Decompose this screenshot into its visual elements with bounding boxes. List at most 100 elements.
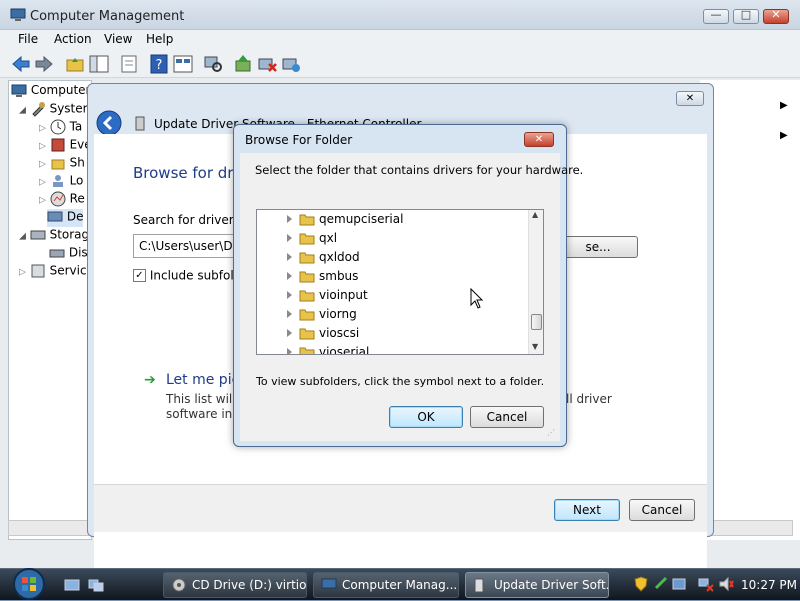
start-orb-icon[interactable] (10, 567, 48, 601)
taskbar-item-update-driver[interactable]: Update Driver Soft... (465, 572, 609, 598)
driver-path-value: C:\Users\user\Doc (139, 239, 247, 253)
expand-arrow-icon[interactable] (287, 310, 292, 318)
tree-item-storage[interactable]: ◢ Storag (19, 227, 89, 245)
next-button[interactable]: Next (554, 499, 620, 521)
expand-arrow-icon[interactable] (287, 215, 292, 223)
security-shield-icon[interactable] (634, 576, 648, 592)
volume-icon[interactable] (718, 576, 734, 592)
tree-item-reliability[interactable]: ▷ Re (39, 191, 85, 209)
folder-row-smbus[interactable]: smbus (257, 267, 527, 286)
expand-arrow-icon[interactable]: ◢ (19, 106, 26, 116)
uninstall-device-icon[interactable] (256, 53, 278, 75)
tree-item-computer[interactable]: Computer (11, 83, 90, 101)
enable-device-icon[interactable] (280, 53, 302, 75)
minimize-button[interactable]: — (703, 8, 729, 24)
pick-description-line1-end: ll driver (566, 392, 612, 406)
task-label: Update Driver Soft... (494, 578, 609, 592)
tree-item-task-scheduler[interactable]: ▷ Ta (39, 119, 82, 137)
tree-item-device-manager[interactable]: De (47, 209, 84, 227)
show-desktop-icon[interactable] (64, 578, 80, 592)
back-arrow-icon[interactable] (10, 53, 32, 75)
browse-button[interactable]: se... (558, 236, 638, 258)
folder-row-vioserial[interactable]: vioserial (257, 343, 527, 354)
folder-label: vioscsi (319, 326, 360, 340)
tree-item-local-users[interactable]: ▷ Lo (39, 173, 83, 191)
up-folder-icon[interactable] (64, 53, 86, 75)
tree-item-event-viewer[interactable]: ▷ Eve (39, 137, 92, 155)
checkbox-checked-icon[interactable]: ✓ (133, 269, 146, 282)
forward-arrow-icon[interactable] (33, 53, 55, 75)
folder-row-viorng[interactable]: viorng (257, 305, 527, 324)
help-icon[interactable]: ? (148, 53, 170, 75)
view-icon[interactable] (172, 53, 194, 75)
taskbar-item-cd-drive[interactable]: CD Drive (D:) virtio... (163, 572, 307, 598)
expand-arrow-icon[interactable] (287, 253, 292, 261)
cd-drive-icon (172, 578, 186, 592)
tree-item-services[interactable]: ▷ Service (19, 263, 94, 281)
green-arrow-icon: ➔ (144, 372, 156, 388)
cancel-button[interactable]: Cancel (629, 499, 695, 521)
svg-text:?: ? (156, 58, 163, 73)
taskbar-item-computer-management[interactable]: Computer Manag... (313, 572, 459, 598)
expand-arrow-icon[interactable] (287, 234, 292, 242)
page-heading: Browse for driv (133, 164, 247, 182)
title-bar: Computer Management — □ ✕ (0, 0, 800, 30)
pick-from-list-link[interactable]: Let me pic (166, 372, 239, 388)
folder-tree[interactable]: qemupciserial qxl qxldod smbus vioinput (256, 209, 544, 355)
expand-arrow-icon[interactable] (287, 291, 292, 299)
dialog-close-button[interactable]: ✕ (676, 91, 704, 106)
next-button-label: Next (573, 503, 601, 517)
folder-row-qxldod[interactable]: qxldod (257, 248, 527, 267)
clock[interactable]: 10:27 PM (741, 578, 797, 592)
services-icon (31, 264, 45, 278)
folder-row-qemupciserial[interactable]: qemupciserial (257, 210, 527, 229)
network-icon[interactable] (698, 576, 714, 592)
expand-arrow-icon[interactable] (287, 329, 292, 337)
browse-close-button[interactable]: ✕ (524, 132, 554, 147)
scrollbar-thumb[interactable] (531, 314, 542, 330)
tree-label: Storag (49, 227, 90, 242)
expand-arrow-icon[interactable] (287, 348, 292, 354)
tree-item-disk-management[interactable]: Dis (49, 245, 88, 263)
network-adapter-icon (135, 116, 145, 131)
scroll-down-arrow-icon[interactable]: ▼ (532, 342, 538, 351)
back-arrow-icon[interactable] (96, 110, 122, 136)
folder-label: viorng (319, 307, 357, 321)
expand-arrow-icon[interactable] (287, 272, 292, 280)
update-driver-icon[interactable] (232, 53, 254, 75)
ok-button[interactable]: OK (389, 406, 463, 428)
tree-item-shared-folders[interactable]: ▷ Sh (39, 155, 85, 173)
more-actions-arrow-icon[interactable]: ▶ (780, 100, 788, 111)
close-button[interactable]: ✕ (763, 8, 789, 24)
include-subfolders-checkbox[interactable]: ✓ Include subfolde (133, 268, 249, 283)
folder-icon (299, 214, 315, 226)
scan-hardware-icon[interactable] (202, 53, 224, 75)
dialog-footer: Next Cancel (94, 484, 707, 532)
folder-icon (299, 347, 315, 354)
folder-row-vioinput[interactable]: vioinput (257, 286, 527, 305)
menu-help[interactable]: Help (144, 32, 175, 46)
safely-remove-icon[interactable] (654, 576, 668, 592)
resize-grip-icon[interactable]: ⋰ (547, 428, 555, 437)
folder-tree-scrollbar[interactable]: ▲ ▼ (528, 210, 543, 354)
computer-management-icon (10, 8, 26, 21)
show-hide-tree-icon[interactable] (88, 53, 110, 75)
browse-cancel-button[interactable]: Cancel (470, 406, 544, 428)
update-icon[interactable] (672, 576, 686, 592)
switch-windows-icon[interactable] (88, 578, 104, 592)
properties-icon[interactable] (118, 53, 140, 75)
toolbar: ? (0, 50, 800, 78)
folder-row-qxl[interactable]: qxl (257, 229, 527, 248)
menu-action[interactable]: Action (52, 32, 94, 46)
computer-management-icon (321, 578, 337, 589)
tree-item-system-tools[interactable]: ◢ System (19, 101, 94, 119)
menu-view[interactable]: View (102, 32, 134, 46)
pick-description-line2: software in t (166, 407, 241, 421)
more-actions-arrow-icon[interactable]: ▶ (780, 130, 788, 141)
scroll-up-arrow-icon[interactable]: ▲ (532, 210, 538, 219)
folder-row-vioscsi[interactable]: vioscsi (257, 324, 527, 343)
maximize-button[interactable]: □ (733, 8, 759, 24)
taskbar: CD Drive (D:) virtio... Computer Manag..… (0, 568, 800, 600)
menu-file[interactable]: File (16, 32, 40, 46)
console-tree: Computer ◢ System ▷ Ta ▷ Eve ▷ Sh ▷ Lo ▷… (8, 80, 94, 540)
